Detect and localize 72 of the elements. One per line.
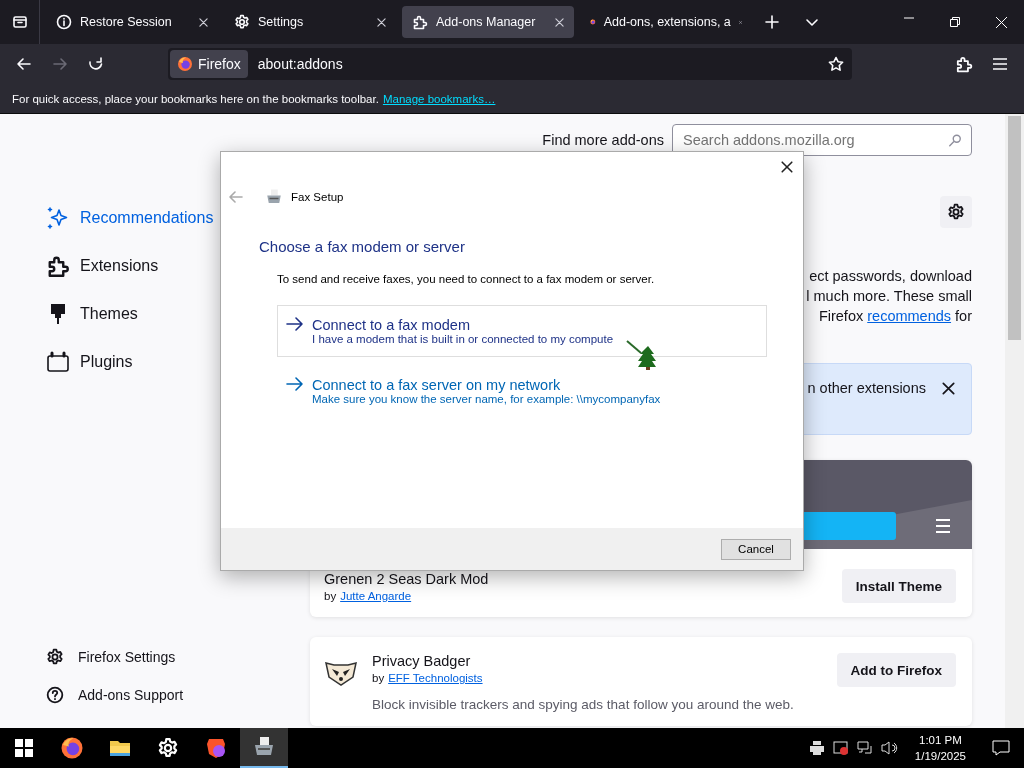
help-icon [46,686,64,704]
browser-tab[interactable]: Add-ons Manager [402,6,574,38]
dialog-title: Fax Setup [291,191,344,203]
intro-text: l much more. These small [806,287,972,306]
extension-description: Block invisible trackers and spying ads that follow you around the web. [372,697,795,712]
bookmarks-hint: For quick access, place your bookmarks here on the bookmarks toolbar. [12,92,379,105]
by-label: by [324,589,337,602]
banner-text: n other extensions [807,380,926,396]
browser-icon [204,736,228,760]
cancel-button[interactable]: Cancel [721,538,791,560]
sidebar-link[interactable]: Firefox Settings [46,638,300,676]
find-more-label: Find more add-ons [542,132,664,148]
scrollbar[interactable] [1005,114,1024,728]
theme-name: Grenen 2 Seas Dark Mod [324,570,490,587]
restore-icon[interactable] [950,16,960,27]
network-icon[interactable] [856,740,873,756]
notification-icon[interactable] [992,739,1010,757]
author-link[interactable]: Jutte Angarde [340,589,412,602]
dialog-heading: Choose a fax modem or server [259,238,466,255]
close-icon[interactable] [942,382,955,395]
reload-icon[interactable] [88,56,104,72]
settings-icon [46,648,64,666]
settings-icon [947,203,965,221]
fax-icon [265,188,283,206]
sidebar-link[interactable]: Add-ons Support [46,676,300,714]
browser-tab[interactable]: Add-ons, extensions, a [580,6,752,38]
install-theme-button[interactable]: Install Theme [841,569,956,603]
url-text: about:addons [257,56,344,72]
extension-name: Privacy Badger [372,653,472,669]
intro-text: Firefox recommends for [818,307,972,326]
close-icon[interactable] [781,161,793,173]
puzzle-icon [46,254,70,278]
printer-icon[interactable] [808,740,825,756]
tree-cursor-icon [626,340,658,370]
browser-tab[interactable]: Settings [224,6,396,38]
browser-tab[interactable]: Restore Session [46,6,218,38]
tab-list-icon[interactable] [11,14,28,30]
intro-text: ect passwords, download [809,267,972,286]
option-link[interactable]: Connect to a fax modem I have a modem that is built in or connected to my compute [277,305,767,357]
search-field[interactable]: Search addons.mozilla.org [672,124,972,156]
firefox-icon [177,56,193,72]
recommends-link[interactable]: recommends [867,308,952,324]
settings-button[interactable] [940,196,972,228]
security-icon[interactable] [832,740,849,756]
forward-arrow-icon[interactable] [52,56,68,72]
taskbar-app[interactable] [240,728,288,768]
firefox-icon [60,736,84,760]
arrow-icon [286,377,304,391]
star-icon[interactable] [828,56,844,72]
arrow-icon [286,317,304,331]
plugin-icon [46,350,70,374]
back-arrow-icon[interactable] [16,56,32,72]
manage-bookmarks-link[interactable]: Manage bookmarks… [382,92,496,105]
sparkle-icon [46,206,70,230]
menu-icon[interactable] [993,58,1007,70]
address-bar[interactable]: Firefox about:addons [168,48,852,80]
volume-icon[interactable] [880,740,899,756]
windows-start-icon[interactable] [15,739,33,757]
puzzle-icon [412,14,428,30]
new-tab-icon[interactable] [765,15,779,29]
settings-icon [234,14,250,30]
clock[interactable]: 1:01 PM 1/19/2025 [906,732,974,764]
settings-icon [157,737,179,759]
search-icon [948,133,962,147]
puzzle-icon [955,55,973,73]
info-icon [56,14,72,30]
by-label: by [372,672,385,684]
minimize-icon[interactable] [904,16,914,19]
add-to-firefox-button[interactable]: Add to Firefox [836,653,956,687]
author-link[interactable]: EFF Technologists [388,672,483,684]
dialog-description: To send and receive faxes, you need to connect to a fax modem or server. [277,273,656,285]
identity-label: Firefox [198,56,241,72]
